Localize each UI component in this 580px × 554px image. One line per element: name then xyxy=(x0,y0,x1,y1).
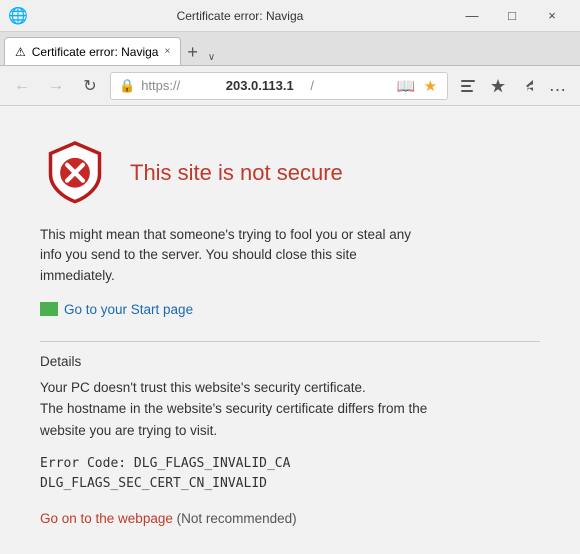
favorites-star-icon[interactable]: ★ xyxy=(422,75,439,97)
reading-view-icon[interactable]: 📖 xyxy=(395,75,418,97)
tab-dropdown-button[interactable]: ∨ xyxy=(204,52,219,63)
tab-close-button[interactable]: × xyxy=(164,46,170,57)
error-title: This site is not secure xyxy=(130,160,343,186)
maximize-button[interactable]: □ xyxy=(492,0,532,32)
more-button[interactable]: … xyxy=(544,72,572,100)
error-code-block: Error Code: DLG_FLAGS_INVALID_CA DLG_FLA… xyxy=(40,454,540,496)
go-on-webpage-link[interactable]: Go on to the webpage xyxy=(40,511,173,526)
window-icon-group: 🌐 xyxy=(8,6,28,26)
shield-icon xyxy=(40,136,110,206)
details-text-block: Your PC doesn't trust this website's sec… xyxy=(40,377,430,442)
address-url-prefix: https:// xyxy=(141,78,220,93)
back-button[interactable]: ← xyxy=(8,72,36,100)
favorites-button[interactable] xyxy=(484,72,512,100)
tab-favicon: ⚠ xyxy=(15,45,26,59)
error-page-content: This site is not secure This might mean … xyxy=(0,106,580,554)
details-heading: Details xyxy=(40,354,540,369)
tab-bar: ⚠ Certificate error: Naviga × + ∨ xyxy=(0,32,580,66)
share-button[interactable] xyxy=(514,72,542,100)
start-page-label: Go to your Start page xyxy=(64,302,193,317)
close-button[interactable]: × xyxy=(532,0,572,32)
title-bar: 🌐 Certificate error: Naviga — □ × xyxy=(0,0,580,32)
browser-icon: 🌐 xyxy=(8,6,28,26)
window-controls: — □ × xyxy=(452,0,572,32)
minimize-button[interactable]: — xyxy=(452,0,492,32)
address-icon-group: 📖 ★ xyxy=(395,75,439,97)
start-page-link[interactable]: Go to your Start page xyxy=(40,302,193,317)
details-text-1: Your PC doesn't trust this website's sec… xyxy=(40,377,430,399)
error-header: This site is not secure xyxy=(40,136,540,209)
tab-label: Certificate error: Naviga xyxy=(32,45,159,59)
go-on-webpage-section: Go on to the webpage (Not recommended) xyxy=(40,511,540,526)
start-page-icon xyxy=(40,302,58,316)
new-tab-button[interactable]: + xyxy=(181,42,204,63)
shield-icon-wrap xyxy=(40,136,110,209)
window-title: Certificate error: Naviga xyxy=(28,9,452,23)
active-tab[interactable]: ⚠ Certificate error: Naviga × xyxy=(4,37,181,65)
lock-icon: 🔒 xyxy=(119,78,135,94)
hub-button[interactable] xyxy=(454,72,482,100)
error-code-line2: DLG_FLAGS_SEC_CERT_CN_INVALID xyxy=(40,474,540,495)
address-bar: ← → ↻ 🔒 https:// 203.0.113.1 / 📖 ★ xyxy=(0,66,580,106)
details-text-2: The hostname in the website's security c… xyxy=(40,398,430,441)
error-description: This might mean that someone's trying to… xyxy=(40,225,420,286)
address-path: / xyxy=(310,78,389,93)
toolbar-icons: … xyxy=(454,72,572,100)
address-input-wrap[interactable]: 🔒 https:// 203.0.113.1 / 📖 ★ xyxy=(110,72,448,100)
not-recommended-label: (Not recommended) xyxy=(177,511,297,526)
forward-button[interactable]: → xyxy=(42,72,70,100)
refresh-button[interactable]: ↻ xyxy=(76,72,104,100)
address-domain: 203.0.113.1 xyxy=(226,78,305,93)
divider xyxy=(40,341,540,342)
error-code-line1: Error Code: DLG_FLAGS_INVALID_CA xyxy=(40,454,540,475)
